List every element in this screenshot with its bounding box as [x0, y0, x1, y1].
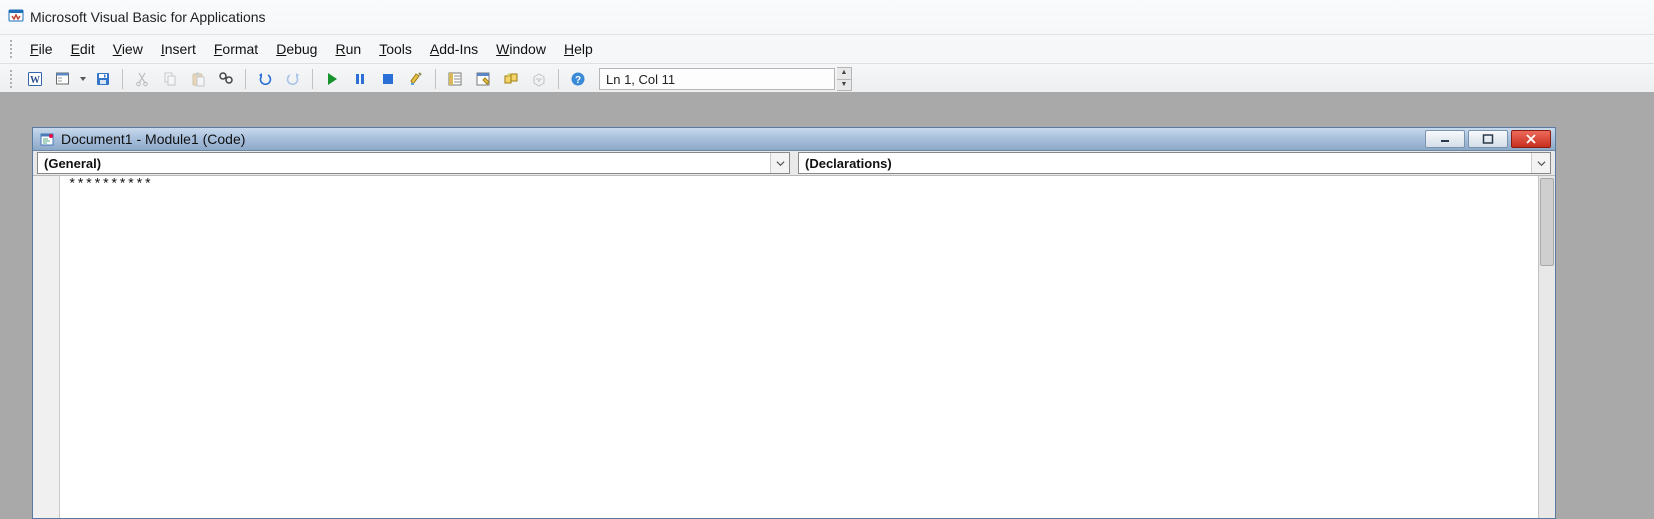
toolbox-icon[interactable]	[526, 66, 552, 92]
spinner-down-icon[interactable]: ▼	[837, 80, 851, 91]
menu-debug[interactable]: Debug	[268, 38, 325, 60]
break-icon[interactable]	[347, 66, 373, 92]
menu-window[interactable]: Window	[488, 38, 554, 60]
line-col-spinner[interactable]: ▲ ▼	[837, 67, 852, 91]
object-browser-icon[interactable]	[498, 66, 524, 92]
close-button[interactable]	[1511, 130, 1551, 148]
line-col-text: Ln 1, Col 11	[606, 72, 675, 87]
reset-icon[interactable]	[375, 66, 401, 92]
insert-dropdown-icon[interactable]	[78, 67, 88, 91]
procedure-combo[interactable]: (Declarations)	[798, 152, 1551, 174]
toolbar-separator	[122, 69, 123, 89]
run-icon[interactable]	[319, 66, 345, 92]
toolbar-gripper[interactable]	[10, 70, 16, 88]
menu-run[interactable]: Run	[327, 38, 369, 60]
vertical-scrollbar[interactable]	[1538, 176, 1555, 518]
project-explorer-icon[interactable]	[442, 66, 468, 92]
svg-text:?: ?	[575, 75, 581, 86]
code-line: **********	[68, 177, 152, 193]
paste-icon[interactable]	[185, 66, 211, 92]
scrollbar-thumb[interactable]	[1540, 178, 1554, 266]
maximize-button[interactable]	[1468, 130, 1508, 148]
find-icon[interactable]	[213, 66, 239, 92]
menu-help[interactable]: Help	[556, 38, 601, 60]
toolbar: W	[0, 64, 1654, 95]
code-window-titlebar[interactable]: Document1 - Module1 (Code)	[33, 128, 1555, 151]
toolbar-separator	[558, 69, 559, 89]
menu-format[interactable]: Format	[206, 38, 266, 60]
redo-icon[interactable]	[280, 66, 306, 92]
menu-addins[interactable]: Add-Ins	[422, 38, 486, 60]
chevron-down-icon[interactable]	[1531, 153, 1550, 173]
cut-icon[interactable]	[129, 66, 155, 92]
copy-icon[interactable]	[157, 66, 183, 92]
spinner-up-icon[interactable]: ▲	[837, 68, 851, 80]
app-title: Microsoft Visual Basic for Applications	[30, 9, 266, 25]
menu-gripper[interactable]	[10, 40, 16, 58]
save-icon[interactable]	[90, 66, 116, 92]
procedure-combo-value: (Declarations)	[799, 156, 1531, 171]
menu-tools[interactable]: Tools	[371, 38, 420, 60]
toolbar-separator	[435, 69, 436, 89]
menu-file[interactable]: File	[22, 38, 61, 60]
code-window-title: Document1 - Module1 (Code)	[61, 131, 1419, 147]
svg-text:W: W	[30, 75, 40, 86]
view-word-icon[interactable]: W	[22, 66, 48, 92]
toolbar-separator	[312, 69, 313, 89]
module-icon	[39, 131, 55, 147]
toolbar-separator	[245, 69, 246, 89]
app-icon	[8, 8, 24, 27]
object-combo[interactable]: (General)	[37, 152, 790, 174]
code-editor[interactable]: **********	[60, 176, 1538, 518]
line-col-indicator: Ln 1, Col 11	[599, 68, 835, 90]
undo-icon[interactable]	[252, 66, 278, 92]
menu-edit[interactable]: Edit	[63, 38, 103, 60]
code-window-body: **********	[33, 176, 1555, 518]
minimize-button[interactable]	[1425, 130, 1465, 148]
design-mode-icon[interactable]	[403, 66, 429, 92]
mdi-client-area: Document1 - Module1 (Code) (General)	[0, 92, 1654, 517]
menu-insert[interactable]: Insert	[153, 38, 204, 60]
margin-indicator-bar[interactable]	[33, 176, 60, 518]
code-window-combo-row: (General) (Declarations)	[33, 151, 1555, 176]
menu-view[interactable]: View	[105, 38, 151, 60]
app-title-bar: Microsoft Visual Basic for Applications	[0, 0, 1654, 35]
insert-userform-icon[interactable]	[50, 66, 76, 92]
help-icon[interactable]: ?	[565, 66, 591, 92]
chevron-down-icon[interactable]	[770, 153, 789, 173]
properties-window-icon[interactable]	[470, 66, 496, 92]
code-window: Document1 - Module1 (Code) (General)	[32, 127, 1556, 519]
object-combo-value: (General)	[38, 156, 770, 171]
menu-bar: File Edit View Insert Format Debug Run T…	[0, 35, 1654, 64]
